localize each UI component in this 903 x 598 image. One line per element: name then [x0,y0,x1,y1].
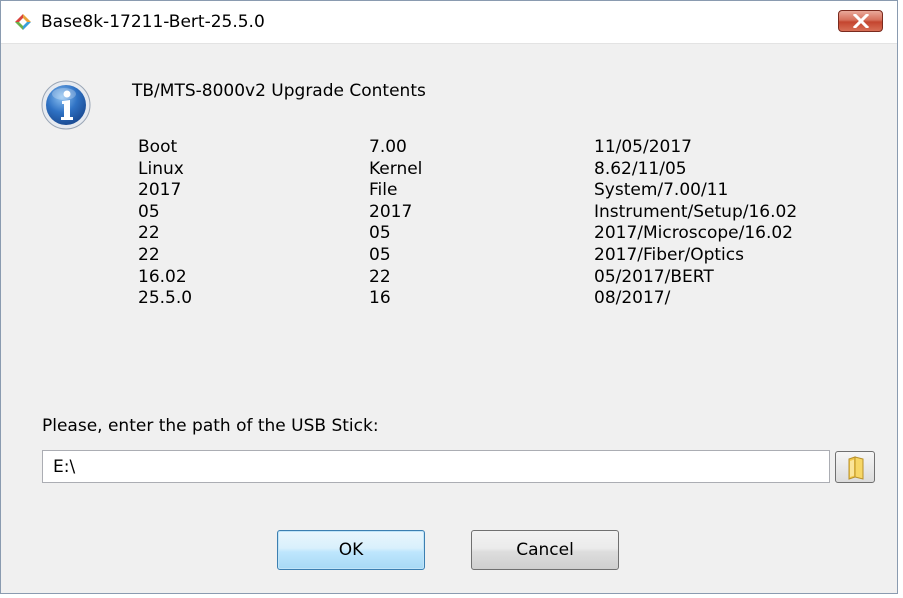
contents-cell: 22 [369,266,391,287]
info-icon [40,79,92,131]
contents-cell: 11/05/2017 [594,137,692,157]
contents-cell: 16 [369,288,391,309]
contents-cell: 16.02 [138,266,187,287]
contents-cell: 8.62/11/05 [594,158,687,179]
usb-path-input[interactable] [42,450,830,483]
browse-folder-button[interactable] [835,451,875,483]
dialog-window: Base8k-17211-Bert-25.5.0 TB/MTS-8000v2 U… [0,0,898,594]
contents-cell: 05 [369,244,391,265]
close-icon [853,14,869,28]
contents-cell: 2017 [138,180,182,201]
contents-cell: 25.5.0 [138,288,193,309]
contents-cell: 22 [138,244,160,265]
window-title: Base8k-17211-Bert-25.5.0 [41,12,265,32]
usb-path-prompt: Please, enter the path of the USB Stick: [42,416,379,436]
close-button[interactable] [838,10,883,32]
contents-cell: 05 [138,201,160,222]
contents-cell: Kernel [369,158,423,179]
contents-cell: Boot [138,137,178,157]
contents-cell: 2017/Fiber/Optics [594,244,744,265]
contents-cell: System/7.00/11 [594,180,729,201]
contents-cell: 22 [138,223,160,244]
contents-cell: Instrument/Setup/16.02 [594,201,798,222]
title-bar[interactable]: Base8k-17211-Bert-25.5.0 [1,1,897,44]
contents-cell: Linux [138,158,184,179]
contents-heading: TB/MTS-8000v2 Upgrade Contents [132,81,426,101]
ok-button[interactable]: OK [277,530,425,570]
cancel-button[interactable]: Cancel [471,530,619,570]
contents-cell: 08/2017/ [594,288,671,309]
contents-cell: 05 [369,223,391,244]
contents-cell: 05/2017/BERT [594,266,714,287]
contents-cell: File [369,180,398,201]
folder-icon [848,456,864,480]
contents-cell: 7.00 [369,137,407,157]
contents-cell: 2017/Microscope/16.02 [594,223,793,244]
app-logo-icon [14,13,32,31]
contents-cell: 2017 [369,201,413,222]
